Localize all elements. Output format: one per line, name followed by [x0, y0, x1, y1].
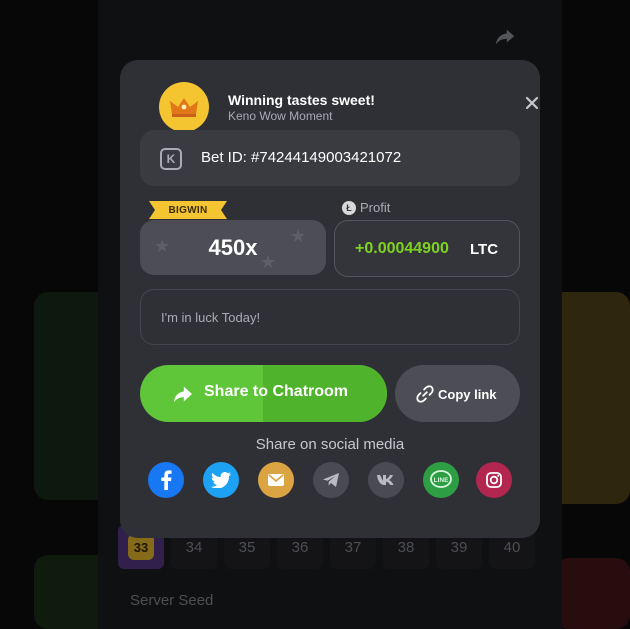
crown-icon: [159, 82, 209, 132]
vk-icon[interactable]: [368, 462, 404, 498]
share-to-chatroom-button[interactable]: Share to Chatroom: [140, 365, 387, 422]
share-message-placeholder: I'm in luck Today!: [161, 310, 261, 325]
link-icon: [416, 385, 434, 403]
facebook-icon[interactable]: [148, 462, 184, 498]
email-icon[interactable]: [258, 462, 294, 498]
line-icon[interactable]: LINE: [423, 462, 459, 498]
bigwin-label: BIGWIN: [168, 204, 208, 216]
instagram-icon[interactable]: [476, 462, 512, 498]
profit-label: Profit: [360, 200, 391, 215]
profit-heading: Ł Profit: [342, 200, 390, 215]
multiplier-box: ★ ★ ★ 450x: [140, 220, 326, 275]
bigwin-ribbon: BIGWIN: [149, 201, 227, 219]
svg-text:LINE: LINE: [434, 477, 449, 484]
bet-id-box: K Bet ID: #74244149003421072: [140, 130, 520, 186]
profit-currency: LTC: [470, 241, 499, 258]
profit-value: +0.00044900: [355, 240, 449, 257]
copy-link-button[interactable]: Copy link: [395, 365, 520, 422]
keno-game-icon: K: [160, 148, 182, 170]
share-win-modal: Winning tastes sweet! Keno Wow Moment K …: [120, 60, 540, 538]
social-share-row: LINE: [148, 462, 512, 498]
share-message-input[interactable]: I'm in luck Today!: [140, 289, 520, 345]
modal-subtitle: Keno Wow Moment: [228, 109, 333, 123]
modal-header: Winning tastes sweet! Keno Wow Moment: [140, 72, 539, 132]
profit-box: +0.00044900 LTC: [334, 220, 520, 277]
twitter-icon[interactable]: [203, 462, 239, 498]
close-button[interactable]: [520, 91, 544, 115]
copy-link-label: Copy link: [438, 387, 497, 402]
modal-title: Winning tastes sweet!: [228, 92, 375, 108]
bet-id-text[interactable]: Bet ID: #74244149003421072: [201, 149, 401, 166]
share-to-chatroom-label: Share to Chatroom: [204, 383, 349, 400]
social-heading: Share on social media: [255, 436, 405, 453]
share-arrow-icon: [174, 386, 192, 403]
ltc-coin-icon: Ł: [342, 200, 356, 215]
multiplier-value: 450x: [208, 234, 258, 260]
app-root: 33 34 35 36 37 38 39 40 Server Seed Winn…: [0, 0, 630, 629]
telegram-icon[interactable]: [313, 462, 349, 498]
close-icon: [525, 96, 539, 110]
